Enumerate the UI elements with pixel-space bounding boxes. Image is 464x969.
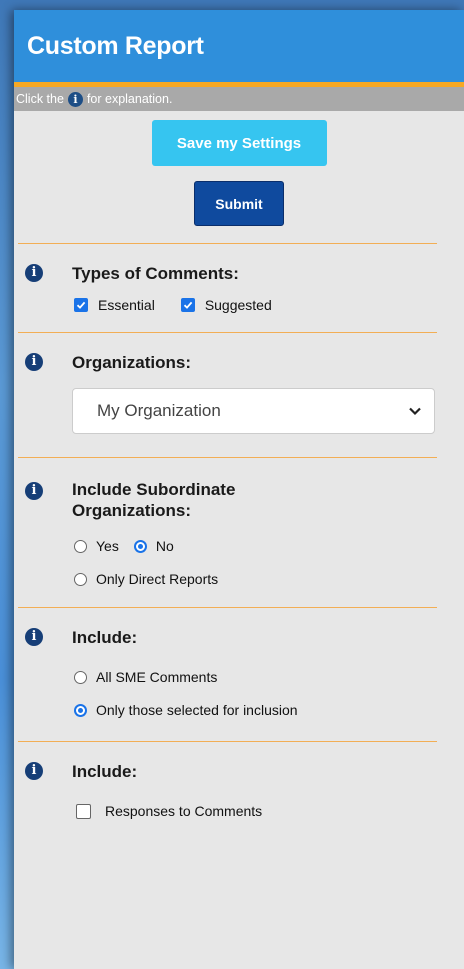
section-title-line2: Organizations:: [72, 501, 192, 520]
only-direct-reports-radio[interactable]: [74, 572, 87, 586]
section-title: Include:: [72, 628, 138, 647]
suggested-checkbox[interactable]: [180, 298, 195, 312]
organization-select[interactable]: My Organization: [72, 388, 435, 434]
only-direct-reports-label: Only Direct Reports: [96, 571, 219, 587]
checkmark-icon: [76, 301, 86, 309]
yes-radio[interactable]: [74, 539, 87, 553]
divider: [18, 457, 437, 458]
header: Custom Report: [14, 10, 464, 87]
responses-checkbox[interactable]: [76, 803, 91, 819]
info-icon: i: [67, 91, 83, 107]
info-icon[interactable]: i: [25, 353, 43, 371]
hint-suffix: for explanation.: [86, 92, 173, 106]
section-include-subordinate: i Include Subordinate Organizations: Yes…: [14, 479, 464, 587]
divider: [18, 607, 437, 608]
hint-prefix: Click the: [16, 92, 64, 106]
divider: [18, 741, 437, 742]
responses-label: Responses to Comments: [105, 803, 263, 819]
section-include-responses: i Include: Responses to Comments: [14, 761, 464, 819]
checkmark-icon: [183, 301, 193, 309]
essential-checkbox[interactable]: [74, 298, 88, 312]
save-settings-button[interactable]: Save my Settings: [151, 120, 327, 166]
no-label: No: [155, 538, 174, 554]
info-icon[interactable]: i: [25, 482, 43, 500]
page-title: Custom Report: [27, 31, 204, 60]
custom-report-panel: Custom Report Click the i for explanatio…: [14, 10, 464, 969]
section-title: Types of Comments:: [72, 264, 239, 283]
only-selected-radio[interactable]: [74, 703, 87, 717]
essential-label: Essential: [98, 297, 155, 313]
section-include-comments: i Include: All SME Comments Only those s…: [14, 627, 464, 718]
info-icon[interactable]: i: [25, 264, 43, 282]
section-title: Organizations:: [72, 353, 192, 372]
section-organizations: i Organizations: My Organization: [14, 352, 464, 434]
no-radio[interactable]: [133, 539, 147, 553]
section-title-line1: Include Subordinate: [72, 480, 236, 499]
chevron-down-icon: [409, 407, 421, 416]
only-selected-label: Only those selected for inclusion: [96, 702, 298, 718]
explanation-hint: Click the i for explanation.: [14, 87, 464, 111]
all-sme-comments-label: All SME Comments: [96, 669, 218, 685]
section-title: Include:: [72, 762, 138, 781]
suggested-label: Suggested: [204, 297, 272, 313]
section-types-of-comments: i Types of Comments: Essential Suggested: [14, 263, 464, 313]
organization-selected-value: My Organization: [97, 401, 221, 420]
yes-label: Yes: [96, 538, 119, 554]
info-icon[interactable]: i: [25, 762, 43, 780]
divider: [18, 332, 437, 333]
submit-button[interactable]: Submit: [194, 181, 284, 226]
divider: [18, 243, 437, 244]
info-icon[interactable]: i: [25, 628, 43, 646]
all-sme-comments-radio[interactable]: [74, 670, 87, 684]
